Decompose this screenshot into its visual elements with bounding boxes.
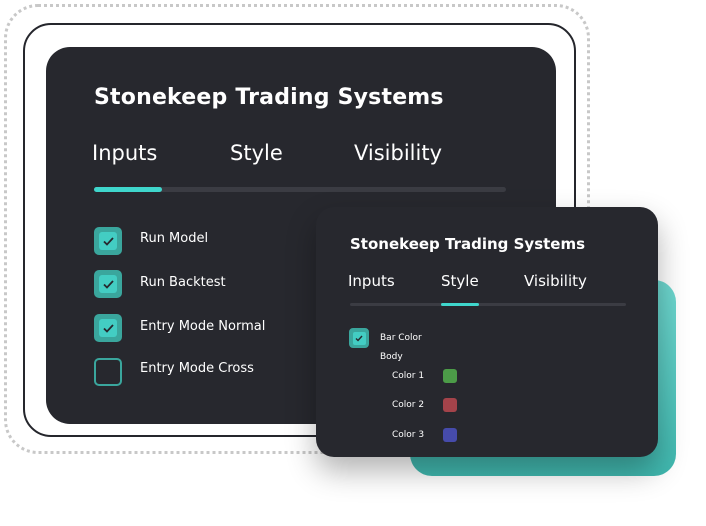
bar-color-checkbox[interactable]: [349, 328, 369, 348]
style-settings-panel: Stonekeep Trading Systems Inputs Style V…: [316, 207, 658, 457]
tab-style[interactable]: Style: [230, 141, 283, 165]
tab-visibility[interactable]: Visibility: [524, 272, 587, 290]
color-1-swatch[interactable]: [443, 369, 457, 383]
tab-track: [350, 303, 626, 306]
checkmark-icon: [102, 236, 114, 246]
color-2-label: Color 2: [392, 400, 425, 410]
entry-mode-cross-label: Entry Mode Cross: [140, 361, 254, 376]
tab-inputs[interactable]: Inputs: [92, 141, 157, 165]
checkmark-icon: [102, 279, 114, 289]
run-model-checkbox[interactable]: [94, 227, 122, 255]
entry-mode-cross-checkbox[interactable]: [94, 358, 122, 386]
bar-color-label: Bar Color: [380, 333, 422, 343]
tab-style[interactable]: Style: [441, 272, 479, 290]
run-backtest-label: Run Backtest: [140, 275, 226, 290]
panel-title: Stonekeep Trading Systems: [94, 85, 444, 110]
color-3-swatch[interactable]: [443, 428, 457, 442]
checkmark-icon: [102, 323, 114, 333]
checkmark-icon: [355, 335, 363, 342]
entry-mode-normal-label: Entry Mode Normal: [140, 319, 266, 334]
panel-title: Stonekeep Trading Systems: [350, 235, 586, 253]
tab-inputs[interactable]: Inputs: [348, 272, 395, 290]
body-label: Body: [380, 352, 403, 362]
color-1-label: Color 1: [392, 371, 425, 381]
tab-visibility[interactable]: Visibility: [354, 141, 442, 165]
tab-active-indicator: [441, 303, 479, 306]
color-2-swatch[interactable]: [443, 398, 457, 412]
tab-active-indicator: [94, 187, 162, 192]
entry-mode-normal-checkbox[interactable]: [94, 314, 122, 342]
run-model-label: Run Model: [140, 231, 209, 246]
color-3-label: Color 3: [392, 430, 425, 440]
run-backtest-checkbox[interactable]: [94, 270, 122, 298]
